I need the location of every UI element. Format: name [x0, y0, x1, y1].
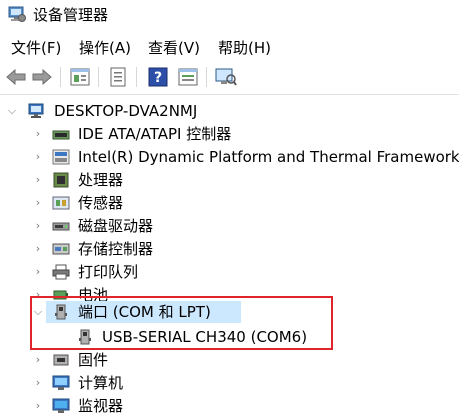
- chevron-right-icon[interactable]: ›: [32, 238, 44, 260]
- menu-action[interactable]: 操作(A): [77, 37, 133, 59]
- toolbar-separator: [206, 67, 207, 87]
- highlight-box: [30, 296, 333, 350]
- tree-item-label: 固件: [78, 351, 109, 369]
- tree-item[interactable]: › 磁盘驱动器: [0, 215, 459, 237]
- menu-help[interactable]: 帮助(H): [216, 37, 273, 59]
- monitor-icon: [52, 398, 70, 414]
- chevron-right-icon[interactable]: ›: [32, 349, 44, 371]
- menu-view[interactable]: 查看(V): [146, 37, 202, 59]
- tree-item[interactable]: › 计算机: [0, 372, 459, 394]
- tree-item-label: Intel(R) Dynamic Platform and Thermal Fr…: [78, 148, 459, 166]
- tree-item-label: IDE ATA/ATAPI 控制器: [78, 125, 232, 143]
- properties-icon[interactable]: [68, 65, 92, 89]
- help-icon[interactable]: ?: [146, 65, 170, 89]
- sensor-icon: [52, 195, 70, 211]
- window-title: 设备管理器: [33, 6, 109, 24]
- view-icon[interactable]: [176, 65, 200, 89]
- disk-drive-icon: [52, 218, 70, 234]
- tree-item-label: 磁盘驱动器: [78, 217, 154, 235]
- tree-item-label: 打印队列: [78, 263, 139, 281]
- chevron-right-icon[interactable]: ›: [32, 146, 44, 168]
- tree-root[interactable]: ⌵ DESKTOP-DVA2NMJ: [0, 100, 459, 122]
- chevron-right-icon[interactable]: ›: [32, 123, 44, 145]
- toolbar-separator: [98, 67, 99, 87]
- tree-item[interactable]: › 传感器: [0, 192, 459, 214]
- tree-item-label: 处理器: [78, 171, 124, 189]
- menu-file[interactable]: 文件(F): [9, 37, 63, 59]
- chevron-down-icon[interactable]: ⌵: [6, 100, 18, 122]
- chevron-right-icon[interactable]: ›: [32, 395, 44, 417]
- print-queue-icon: [52, 264, 70, 280]
- toolbar-divider: [0, 94, 459, 95]
- chevron-right-icon[interactable]: ›: [32, 192, 44, 214]
- intel-framework-icon: [52, 149, 70, 165]
- computer-root-icon: [28, 103, 46, 119]
- chevron-right-icon[interactable]: ›: [32, 372, 44, 394]
- tree-item-label: 计算机: [78, 374, 124, 392]
- tree-item-label: 存储控制器: [78, 240, 154, 258]
- title-bar: 设备管理器: [0, 0, 459, 32]
- firmware-icon: [52, 352, 70, 368]
- device-manager-icon: [8, 5, 26, 23]
- chevron-right-icon[interactable]: ›: [32, 261, 44, 283]
- tree-item[interactable]: › 固件: [0, 349, 459, 371]
- tree-item[interactable]: › 存储控制器: [0, 238, 459, 260]
- chevron-right-icon[interactable]: ›: [32, 169, 44, 191]
- processor-icon: [52, 172, 70, 188]
- tree-item-label: 监视器: [78, 397, 124, 415]
- toolbar-separator: [60, 67, 61, 87]
- toolbar: ?: [0, 62, 459, 92]
- back-arrow-icon[interactable]: [4, 65, 28, 89]
- chevron-right-icon[interactable]: ›: [32, 215, 44, 237]
- forward-arrow-icon[interactable]: [30, 65, 54, 89]
- storage-controller-icon: [52, 241, 70, 257]
- device-tree: ⌵ DESKTOP-DVA2NMJ › IDE ATA/ATAPI 控制器 › …: [0, 96, 459, 415]
- tree-item[interactable]: › 处理器: [0, 169, 459, 191]
- tree-item[interactable]: › 监视器: [0, 395, 459, 417]
- tree-root-label: DESKTOP-DVA2NMJ: [54, 102, 198, 120]
- toolbar-separator: [136, 67, 137, 87]
- ide-controller-icon: [52, 126, 70, 142]
- tree-item-label: 传感器: [78, 194, 124, 212]
- computer-icon: [52, 375, 70, 391]
- tree-item[interactable]: › 打印队列: [0, 261, 459, 283]
- menu-bar: 文件(F) 操作(A) 查看(V) 帮助(H): [0, 37, 459, 59]
- tree-item[interactable]: › Intel(R) Dynamic Platform and Thermal …: [0, 146, 459, 168]
- svg-text:?: ?: [154, 70, 162, 86]
- tree-item[interactable]: › IDE ATA/ATAPI 控制器: [0, 123, 459, 145]
- scan-hardware-icon[interactable]: [214, 65, 238, 89]
- update-driver-icon[interactable]: [106, 65, 130, 89]
